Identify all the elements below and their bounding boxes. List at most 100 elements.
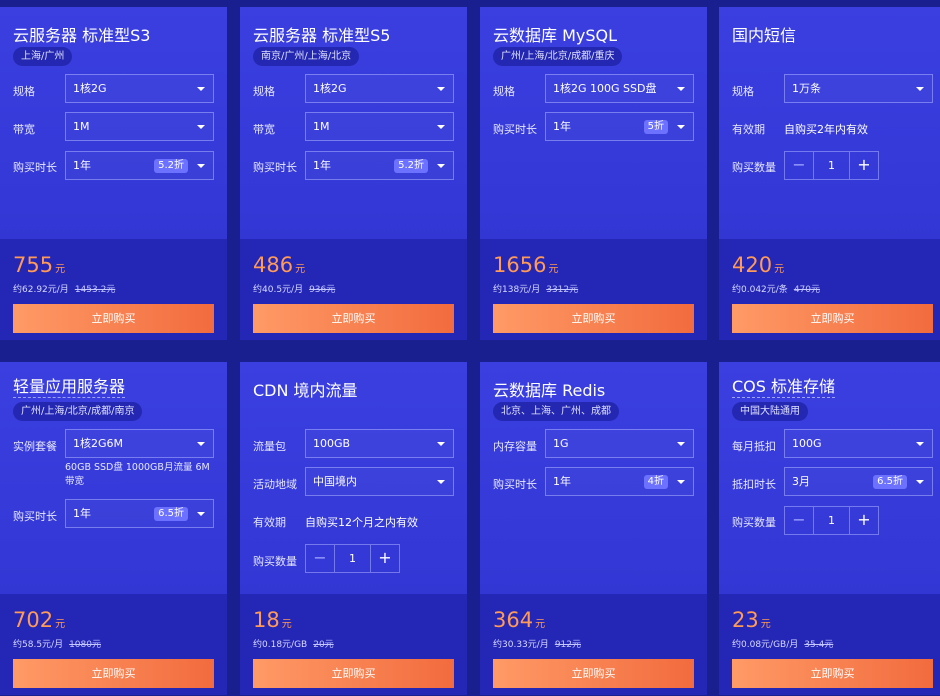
quantity-input[interactable]: 1 [814, 507, 849, 534]
original-price: 1080元 [69, 640, 101, 650]
duration-select[interactable]: 1年 5.2折 [65, 151, 214, 180]
decrement-button[interactable]: − [785, 152, 814, 179]
quantity-input[interactable]: 1 [335, 545, 370, 572]
product-card-redis: 云数据库 Redis 北京、上海、广州、成都 内存容量 1G 购买时长 1年 4… [480, 362, 707, 695]
spec-select[interactable]: 1核2G 100G SSD盘 [545, 74, 694, 103]
bandwidth-value: 1M [313, 120, 330, 133]
region-badge: 上海/广州 [13, 47, 73, 66]
duration-value: 1年 [73, 507, 91, 520]
quantity-label: 购买数量 [732, 516, 776, 529]
quantity-stepper: − 1 + [305, 544, 400, 573]
card-price-area: 1656 元 约138元/月 3312元 立即购买 [480, 239, 707, 340]
product-card-lighthouse: 轻量应用服务器 广州/上海/北京/成都/南京 实例套餐 1核2G6M 60GB … [0, 362, 227, 695]
spec-select[interactable]: 1核2G [305, 74, 454, 103]
buy-now-button[interactable]: 立即购买 [253, 659, 454, 688]
spec-value: 1核2G 100G SSD盘 [553, 82, 657, 95]
chevron-down-icon [437, 480, 445, 484]
price-detail: 约62.92元/月 1453.2元 [13, 282, 115, 295]
card-title: 轻量应用服务器 [13, 377, 126, 398]
chevron-down-icon [916, 480, 924, 484]
package-select[interactable]: 1核2G6M [65, 429, 214, 458]
original-price: 3312元 [546, 285, 579, 295]
discount-badge: 4折 [643, 475, 668, 489]
memory-value: 1G [553, 437, 569, 450]
card-price-area: 18 元 约0.18元/GB 20元 立即购买 [240, 594, 467, 695]
card-title: 国内短信 [732, 26, 797, 45]
duration-select[interactable]: 3月 6.5折 [784, 467, 933, 496]
increment-button[interactable]: + [849, 152, 878, 179]
deduction-select[interactable]: 100G [784, 429, 933, 458]
buy-now-button[interactable]: 立即购买 [493, 304, 694, 333]
price-value: 420 [732, 253, 773, 277]
quantity-stepper: − 1 + [784, 151, 879, 180]
bandwidth-select[interactable]: 1M [305, 112, 454, 141]
package-value: 100GB [313, 437, 351, 450]
price: 755 元 [13, 253, 65, 277]
quantity-input[interactable]: 1 [814, 152, 849, 179]
duration-select[interactable]: 1年 5折 [545, 112, 694, 141]
product-card-cdn: CDN 境内流量 流量包 100GB 活动地域 中国境内 有效期 自购买12个月… [240, 362, 467, 695]
original-price: 20元 [313, 640, 334, 650]
price-unit: 元 [548, 264, 559, 275]
price-unit: 元 [535, 619, 546, 630]
card-config: 云服务器 标准型S3 上海/广州 规格 1核2G 带宽 1M 购买时长 1年 5… [0, 7, 227, 239]
price-unit: 元 [774, 264, 785, 275]
card-title: COS 标准存储 [732, 377, 836, 398]
price: 1656 元 [493, 253, 558, 277]
price: 18 元 [253, 608, 292, 632]
card-title: CDN 境内流量 [253, 381, 358, 400]
spec-value: 1核2G [73, 82, 107, 95]
card-price-area: 364 元 约30.33元/月 912元 立即购买 [480, 594, 707, 695]
increment-button[interactable]: + [849, 507, 878, 534]
duration-select[interactable]: 1年 5.2折 [305, 151, 454, 180]
card-price-area: 486 元 约40.5元/月 936元 立即购买 [240, 239, 467, 340]
chevron-down-icon [197, 87, 205, 91]
chevron-down-icon [437, 164, 445, 168]
buy-now-button[interactable]: 立即购买 [493, 659, 694, 688]
price: 23 元 [732, 608, 771, 632]
duration-value: 3月 [792, 475, 810, 488]
original-price: 936元 [309, 285, 336, 295]
price-detail: 约58.5元/月 1080元 [13, 637, 101, 650]
spec-select[interactable]: 1万条 [784, 74, 933, 103]
buy-now-button[interactable]: 立即购买 [732, 659, 933, 688]
spec-select[interactable]: 1核2G [65, 74, 214, 103]
product-card-mysql: 云数据库 MySQL 广州/上海/北京/成都/重庆 规格 1核2G 100G S… [480, 7, 707, 340]
price: 420 元 [732, 253, 784, 277]
package-select[interactable]: 100GB [305, 429, 454, 458]
decrement-button[interactable]: − [785, 507, 814, 534]
price: 364 元 [493, 608, 545, 632]
duration-select[interactable]: 1年 4折 [545, 467, 694, 496]
buy-now-button[interactable]: 立即购买 [13, 659, 214, 688]
area-select[interactable]: 中国境内 [305, 467, 454, 496]
spec-value: 1万条 [792, 82, 821, 95]
card-config: 云数据库 MySQL 广州/上海/北京/成都/重庆 规格 1核2G 100G S… [480, 7, 707, 239]
package-label: 流量包 [253, 440, 286, 453]
buy-now-button[interactable]: 立即购买 [253, 304, 454, 333]
buy-now-button[interactable]: 立即购买 [13, 304, 214, 333]
chevron-down-icon [677, 87, 685, 91]
chevron-down-icon [916, 442, 924, 446]
card-price-area: 702 元 约58.5元/月 1080元 立即购买 [0, 594, 227, 695]
chevron-down-icon [197, 442, 205, 446]
bandwidth-label: 带宽 [13, 123, 35, 136]
duration-select[interactable]: 1年 6.5折 [65, 499, 214, 528]
quantity-label: 购买数量 [253, 555, 297, 568]
discount-badge: 6.5折 [873, 475, 907, 489]
memory-select[interactable]: 1G [545, 429, 694, 458]
discount-badge: 6.5折 [154, 507, 188, 521]
package-description: 60GB SSD盘 1000GB月流量 6M带宽 [65, 462, 210, 487]
price-unit: 元 [760, 619, 771, 630]
increment-button[interactable]: + [370, 545, 399, 572]
region-badge: 南京/广州/上海/北京 [253, 47, 360, 66]
buy-now-button[interactable]: 立即购买 [732, 304, 933, 333]
bandwidth-select[interactable]: 1M [65, 112, 214, 141]
decrement-button[interactable]: − [306, 545, 335, 572]
price-detail: 约0.08元/GB/月 35.4元 [732, 637, 833, 650]
unit-price: 约62.92元/月 [13, 285, 69, 295]
spec-label: 规格 [253, 85, 275, 98]
chevron-down-icon [916, 87, 924, 91]
card-price-area: 23 元 约0.08元/GB/月 35.4元 立即购买 [719, 594, 940, 695]
validity-value: 自购买12个月之内有效 [305, 516, 418, 529]
card-price-area: 420 元 约0.042元/条 470元 立即购买 [719, 239, 940, 340]
